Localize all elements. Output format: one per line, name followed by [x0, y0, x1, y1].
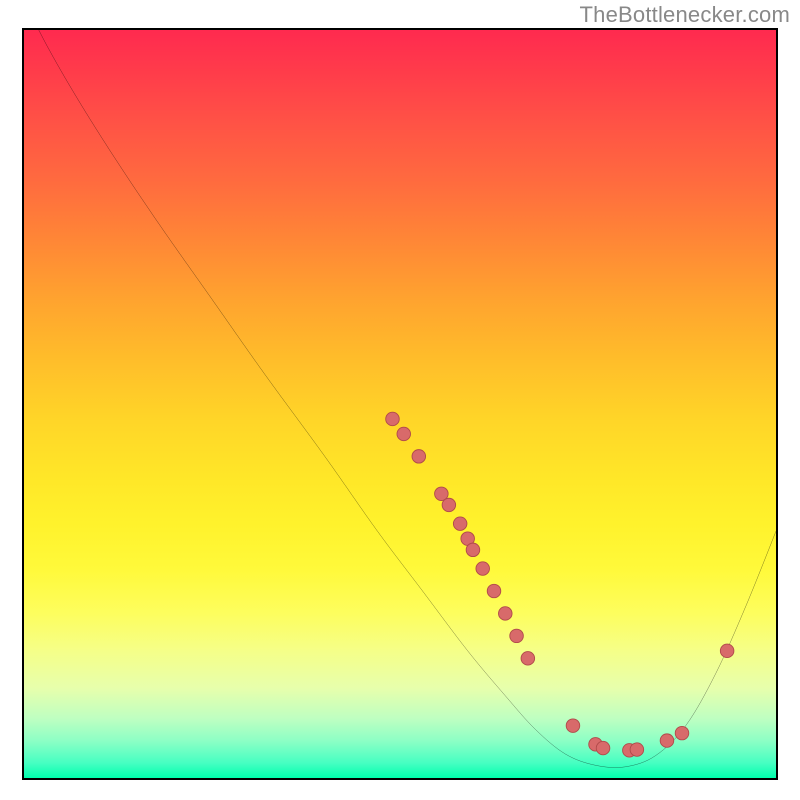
data-marker [442, 498, 456, 511]
data-marker [566, 719, 580, 732]
data-marker [510, 629, 524, 642]
chart-svg [24, 30, 776, 778]
data-marker [630, 743, 644, 756]
data-marker [466, 543, 480, 556]
data-marker [720, 644, 734, 657]
data-markers [386, 412, 734, 757]
data-marker [412, 450, 426, 463]
chart-area [22, 28, 778, 780]
data-marker [487, 584, 501, 597]
data-marker [476, 562, 490, 575]
data-marker [596, 741, 610, 754]
data-marker [521, 652, 535, 665]
data-marker [386, 412, 400, 425]
data-marker [660, 734, 674, 747]
data-marker [453, 517, 467, 530]
data-marker [675, 726, 689, 739]
data-marker [499, 607, 513, 620]
watermark-text: TheBottlenecker.com [580, 2, 790, 28]
bottleneck-curve [24, 30, 776, 768]
data-marker [397, 427, 411, 440]
